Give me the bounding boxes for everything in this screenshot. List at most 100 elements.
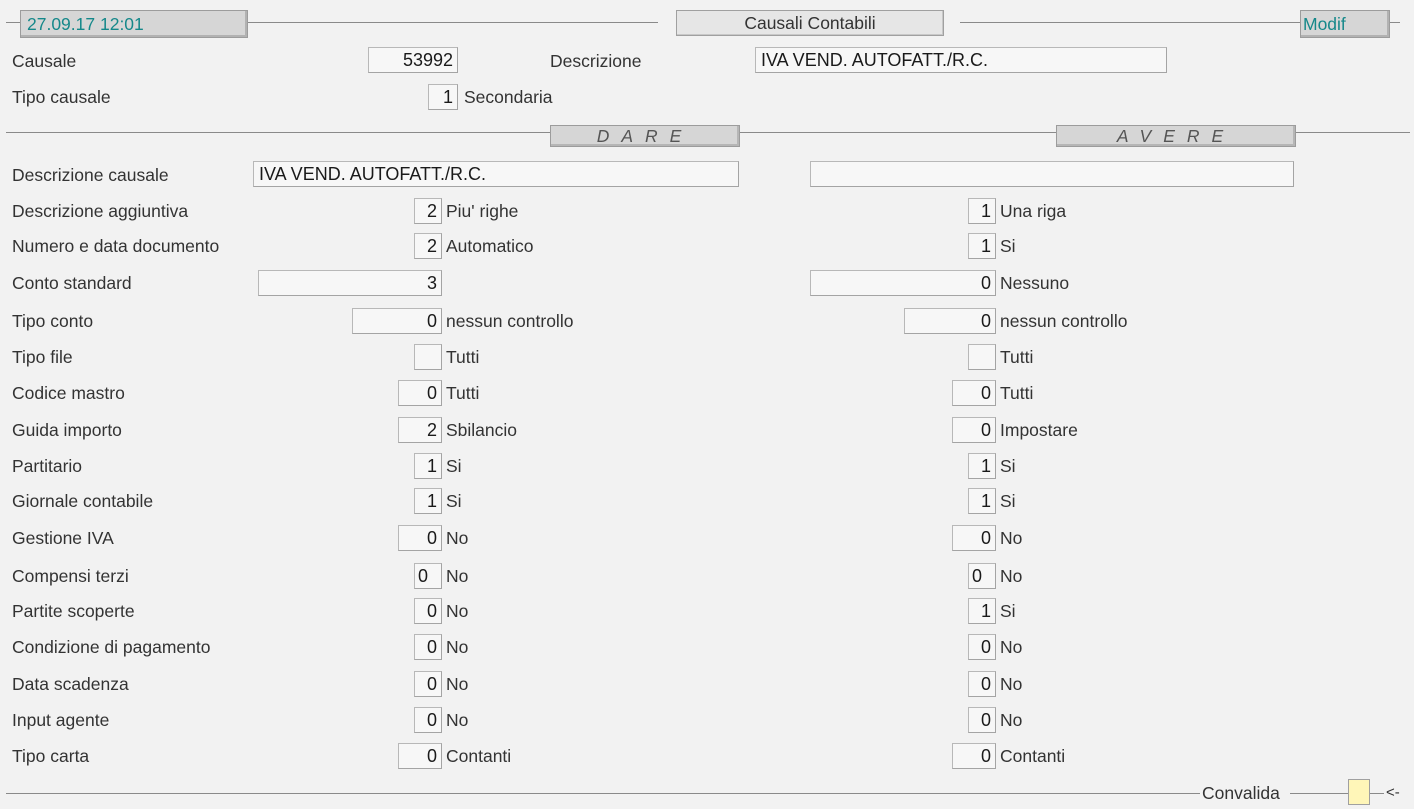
dare-value-text: No xyxy=(446,710,469,730)
section-dare: DARE xyxy=(550,125,740,147)
avere-value-text: Contanti xyxy=(1000,746,1066,766)
dare-value-field[interactable]: 0 xyxy=(398,743,442,769)
descrizione-causale-avere-field[interactable] xyxy=(810,161,1294,187)
row-label: Giornale contabile xyxy=(12,491,154,511)
tipo-causale-field[interactable]: 1 xyxy=(428,84,458,110)
row-label: Compensi terzi xyxy=(12,566,129,586)
row-label: Gestione IVA xyxy=(12,528,114,548)
causale-label: Causale xyxy=(12,51,77,71)
avere-value-field[interactable]: 1 xyxy=(968,198,996,224)
window-title: Causali Contabili xyxy=(676,10,944,36)
avere-value-text: Tutti xyxy=(1000,383,1034,403)
dare-value-text: Piu' righe xyxy=(446,201,519,221)
avere-value-text: No xyxy=(1000,674,1023,694)
avere-value-field[interactable]: 0 xyxy=(952,380,996,406)
dare-value-field[interactable]: 3 xyxy=(258,270,442,296)
dare-value-text: No xyxy=(446,674,469,694)
convalida-field[interactable] xyxy=(1348,779,1370,805)
avere-value-text: Impostare xyxy=(1000,420,1078,440)
section-avere: AVERE xyxy=(1056,125,1296,147)
dare-value-field[interactable]: 0 xyxy=(414,707,442,733)
avere-value-field[interactable]: 0 xyxy=(810,270,996,296)
avere-value-field[interactable]: 0 xyxy=(952,743,996,769)
row-label: Codice mastro xyxy=(12,383,125,403)
dare-value-field[interactable]: 0 xyxy=(414,671,442,697)
row-label: Tipo file xyxy=(12,347,73,367)
avere-value-text: No xyxy=(1000,710,1023,730)
dare-value-field[interactable]: 0 xyxy=(398,380,442,406)
dare-value-field[interactable]: 0 xyxy=(414,634,442,660)
row-label: Tipo conto xyxy=(12,311,94,331)
avere-value-field[interactable]: 0 xyxy=(968,671,996,697)
dare-value-field[interactable]: 2 xyxy=(414,198,442,224)
row-label: Guida importo xyxy=(12,420,122,440)
avere-value-field[interactable]: 1 xyxy=(968,488,996,514)
convalida-label: Convalida xyxy=(1202,783,1280,803)
avere-value-text: Si xyxy=(1000,236,1016,256)
header-rule-mid-left xyxy=(248,22,658,23)
dare-value-field[interactable]: 0 xyxy=(352,308,442,334)
footer-rule-right xyxy=(1290,793,1348,794)
section-rule-mid xyxy=(740,132,1056,133)
avere-value-field[interactable]: 0 xyxy=(952,525,996,551)
dare-value-text: No xyxy=(446,528,469,548)
row-label: Numero e data documento xyxy=(12,236,220,256)
dare-value-field[interactable] xyxy=(414,344,442,370)
row-label: Input agente xyxy=(12,710,110,730)
avere-value-field[interactable]: 1 xyxy=(968,233,996,259)
avere-value-field[interactable]: 1 xyxy=(968,453,996,479)
datetime-display: 27.09.17 12:01 xyxy=(20,10,248,38)
avere-value-field[interactable]: 0 xyxy=(968,563,996,589)
header-rule-mid-right xyxy=(960,22,1300,23)
dare-value-text: Automatico xyxy=(446,236,534,256)
avere-value-text: Si xyxy=(1000,601,1016,621)
dare-value-text: Si xyxy=(446,491,462,511)
avere-value-field[interactable]: 0 xyxy=(968,707,996,733)
avere-value-text: No xyxy=(1000,528,1023,548)
header-rule-right xyxy=(1390,22,1400,23)
avere-value-field[interactable]: 0 xyxy=(904,308,996,334)
footer-rule xyxy=(6,793,1200,794)
causale-field[interactable]: 53992 xyxy=(368,47,458,73)
section-rule-left xyxy=(6,132,550,133)
dare-value-field[interactable]: 0 xyxy=(414,563,442,589)
row-label: Tipo carta xyxy=(12,746,90,766)
dare-value-text: No xyxy=(446,637,469,657)
arrow-indicator: <- xyxy=(1386,784,1400,801)
descrizione-causale-label: Descrizione causale xyxy=(12,165,169,185)
mode-indicator: Modif xyxy=(1300,10,1390,38)
row-label: Condizione di pagamento xyxy=(12,637,211,657)
dare-value-field[interactable]: 2 xyxy=(414,233,442,259)
row-label: Descrizione aggiuntiva xyxy=(12,201,189,221)
descrizione-field[interactable]: IVA VEND. AUTOFATT./R.C. xyxy=(755,47,1167,73)
avere-value-text: Si xyxy=(1000,456,1016,476)
dare-value-field[interactable]: 0 xyxy=(398,525,442,551)
dare-value-field[interactable]: 1 xyxy=(414,488,442,514)
dare-value-text: No xyxy=(446,566,469,586)
tipo-causale-text: Secondaria xyxy=(464,87,553,107)
dare-value-text: Tutti xyxy=(446,383,480,403)
dare-value-field[interactable]: 1 xyxy=(414,453,442,479)
dare-value-text: No xyxy=(446,601,469,621)
header-rule-left xyxy=(6,22,20,23)
dare-value-field[interactable]: 0 xyxy=(414,598,442,624)
avere-value-text: Si xyxy=(1000,491,1016,511)
tipo-causale-label: Tipo causale xyxy=(12,87,111,107)
avere-value-text: No xyxy=(1000,637,1023,657)
dare-value-text: Sbilancio xyxy=(446,420,518,440)
section-rule-right xyxy=(1296,132,1410,133)
descrizione-causale-dare-field[interactable]: IVA VEND. AUTOFATT./R.C. xyxy=(253,161,739,187)
row-label: Partite scoperte xyxy=(12,601,135,621)
avere-value-field[interactable] xyxy=(968,344,996,370)
avere-value-text: No xyxy=(1000,566,1023,586)
avere-value-field[interactable]: 1 xyxy=(968,598,996,624)
avere-value-text: nessun controllo xyxy=(1000,311,1128,331)
row-label: Data scadenza xyxy=(12,674,129,694)
row-label: Conto standard xyxy=(12,273,132,293)
dare-value-text: Si xyxy=(446,456,462,476)
avere-value-field[interactable]: 0 xyxy=(952,417,996,443)
avere-value-field[interactable]: 0 xyxy=(968,634,996,660)
footer-rule-end xyxy=(1370,793,1384,794)
dare-value-text: nessun controllo xyxy=(446,311,574,331)
dare-value-field[interactable]: 2 xyxy=(398,417,442,443)
